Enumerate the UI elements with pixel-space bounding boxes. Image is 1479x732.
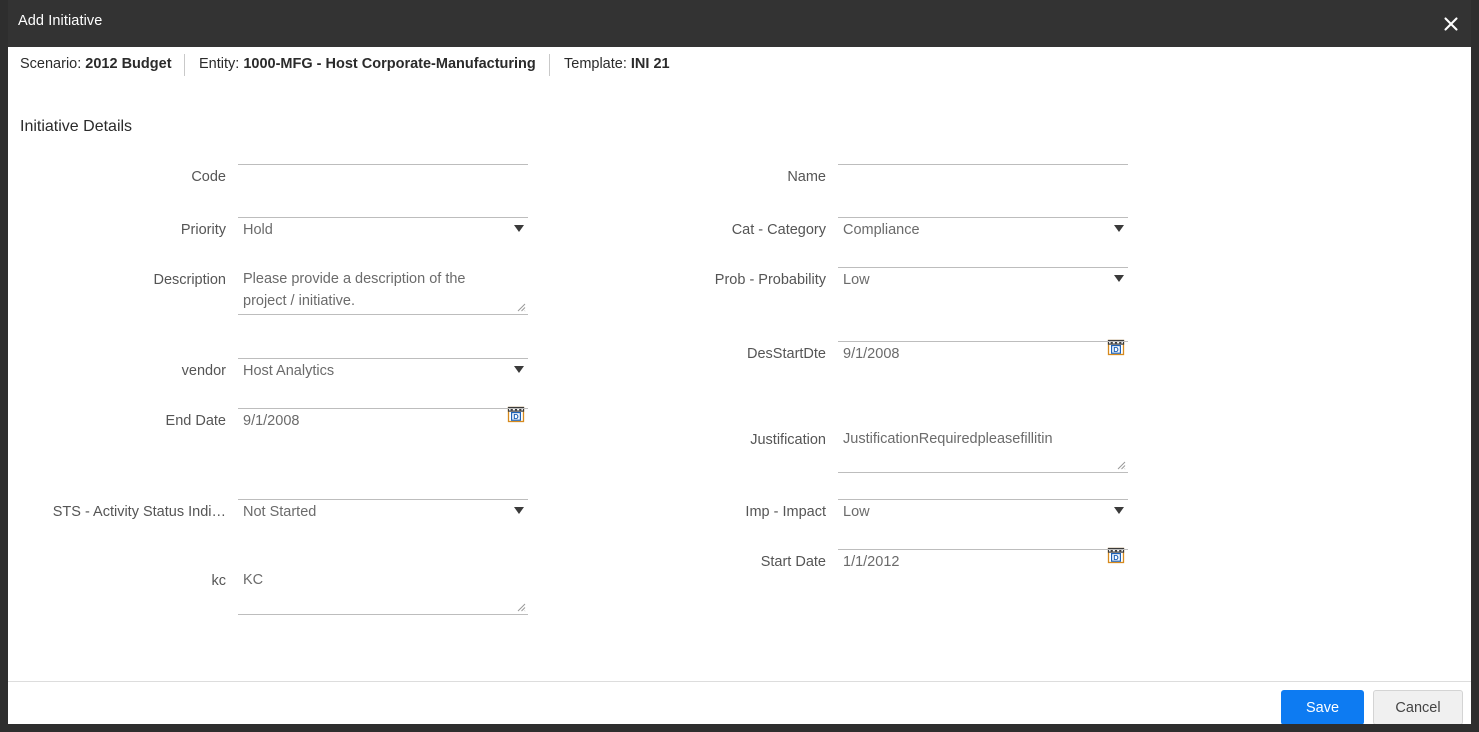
field-priority: Priority Hold: [181, 217, 528, 252]
field-probability-value: Low: [843, 272, 870, 288]
field-underline: [238, 614, 528, 615]
field-impact-label: Imp - Impact: [745, 504, 826, 520]
field-description-value: Please provide a description of the proj…: [243, 271, 466, 309]
field-underline: [838, 217, 1128, 218]
context-scenario-label: Scenario:: [20, 56, 82, 72]
svg-text:D: D: [513, 412, 519, 421]
field-end-date: End Date 9/1/2008 D: [166, 406, 528, 443]
field-code: Code: [191, 164, 528, 199]
field-name-label: Name: [787, 169, 826, 185]
field-start-date-value: 1/1/2012: [843, 554, 900, 570]
resize-handle-icon: [515, 601, 526, 612]
field-justification-label: Justification: [750, 432, 826, 448]
context-scenario-value: 2012 Budget: [85, 56, 172, 72]
close-icon[interactable]: [1435, 8, 1467, 40]
calendar-icon[interactable]: D: [506, 404, 526, 424]
chevron-down-icon[interactable]: [1114, 225, 1124, 232]
cancel-button[interactable]: Cancel: [1373, 690, 1463, 724]
svg-text:D: D: [1113, 553, 1119, 562]
field-underline: [238, 217, 528, 218]
field-description-textarea[interactable]: Please provide a description of the proj…: [238, 268, 528, 315]
chevron-down-icon[interactable]: [514, 507, 524, 514]
field-description-label: Description: [153, 272, 226, 288]
field-des-start-date-label: DesStartDte: [747, 346, 826, 362]
field-priority-value: Hold: [243, 222, 273, 238]
field-kc-value: KC: [243, 572, 264, 588]
context-entity: Entity: 1000-MFG - Host Corporate-Manufa…: [199, 56, 536, 72]
field-des-start-date-value: 9/1/2008: [843, 346, 900, 362]
chevron-down-icon[interactable]: [514, 366, 524, 373]
field-name: Name: [787, 164, 1128, 199]
field-priority-label: Priority: [180, 222, 226, 238]
field-end-date-label: End Date: [165, 413, 226, 429]
field-underline: [838, 499, 1128, 500]
field-vendor: vendor Host Analytics: [182, 358, 528, 393]
field-underline: [838, 164, 1128, 165]
resize-handle-icon: [1115, 459, 1126, 470]
field-underline: [238, 314, 528, 315]
context-template: Template: INI 21: [564, 56, 670, 72]
add-initiative-dialog: Add Initiative Scenario: 2012 Budget Ent…: [0, 0, 1479, 732]
field-justification-textarea[interactable]: JustificationRequiredpleasefillitin: [838, 428, 1128, 473]
field-underline: [238, 164, 528, 165]
field-impact-value: Low: [843, 504, 870, 520]
field-sts-activity-status-value: Not Started: [243, 504, 317, 520]
field-vendor-label: vendor: [181, 363, 226, 379]
field-impact: Imp - Impact Low: [745, 499, 1128, 534]
field-kc: kc KC: [212, 569, 528, 615]
chevron-down-icon[interactable]: [1114, 507, 1124, 514]
section-title: Initiative Details: [20, 118, 133, 135]
field-justification: Justification JustificationRequiredpleas…: [750, 428, 1128, 473]
field-code-label: Code: [191, 169, 226, 185]
field-justification-value: JustificationRequiredpleasefillitin: [843, 431, 1053, 447]
context-entity-value: 1000-MFG - Host Corporate-Manufacturing: [243, 56, 536, 72]
field-sts-activity-status-label: STS - Activity Status Indi…: [52, 504, 226, 520]
field-kc-textarea[interactable]: KC: [238, 569, 528, 615]
field-underline: [838, 267, 1128, 268]
field-underline: [238, 408, 528, 409]
dialog-titlebar: Add Initiative: [8, 0, 1471, 47]
field-des-start-date: DesStartDte 9/1/2008 D: [747, 339, 1128, 376]
context-bar: Scenario: 2012 Budget Entity: 1000-MFG -…: [8, 47, 1471, 85]
field-start-date-label: Start Date: [760, 554, 826, 570]
field-probability-label: Prob - Probability: [714, 272, 826, 288]
field-underline: [838, 341, 1128, 342]
field-underline: [238, 499, 528, 500]
chevron-down-icon[interactable]: [514, 225, 524, 232]
resize-handle-icon: [515, 301, 526, 312]
field-category-value: Compliance: [843, 222, 920, 238]
calendar-icon[interactable]: D: [1106, 545, 1126, 565]
context-entity-label: Entity:: [199, 56, 240, 72]
footer-divider: [8, 681, 1471, 682]
save-button[interactable]: Save: [1281, 690, 1364, 724]
field-underline: [238, 358, 528, 359]
context-template-label: Template:: [564, 56, 627, 72]
field-category-label: Cat - Category: [731, 222, 826, 238]
dialog-title: Add Initiative: [18, 13, 103, 29]
calendar-icon[interactable]: D: [1106, 337, 1126, 357]
field-start-date: Start Date 1/1/2012 D: [761, 547, 1128, 584]
context-separator: [549, 54, 550, 76]
context-separator: [184, 54, 185, 76]
field-probability: Prob - Probability Low: [715, 267, 1128, 302]
svg-text:D: D: [1113, 345, 1119, 354]
field-category: Cat - Category Compliance: [732, 217, 1128, 252]
field-underline: [838, 472, 1128, 473]
context-template-value: INI 21: [630, 56, 670, 72]
chevron-down-icon[interactable]: [1114, 275, 1124, 282]
field-vendor-value: Host Analytics: [243, 363, 335, 379]
field-description: Description Please provide a description…: [153, 268, 528, 315]
context-scenario: Scenario: 2012 Budget: [20, 56, 172, 72]
field-kc-label: kc: [211, 573, 227, 589]
field-sts-activity-status: STS - Activity Status Indi… Not Started: [53, 499, 528, 534]
field-underline: [838, 549, 1128, 550]
field-end-date-value: 9/1/2008: [243, 413, 300, 429]
